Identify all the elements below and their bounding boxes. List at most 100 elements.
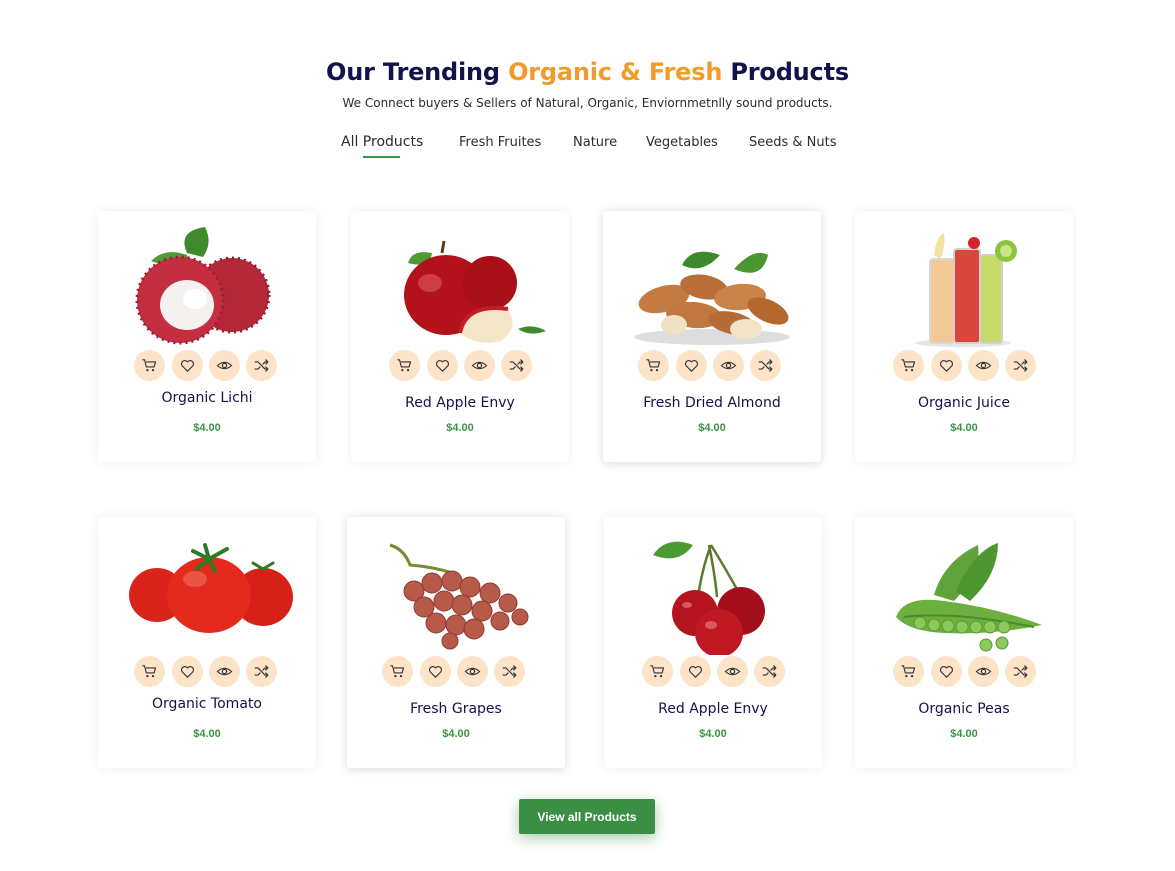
tab-vegetables[interactable]: Vegetables (646, 135, 718, 150)
product-price: $4.00 (950, 728, 978, 740)
peas-image (896, 543, 1042, 652)
quick-view-button[interactable] (209, 656, 240, 687)
view-all-products-button[interactable]: View all Products (519, 799, 655, 834)
compare-button[interactable] (494, 656, 525, 687)
wishlist-button[interactable] (676, 350, 707, 381)
apple-image (404, 240, 546, 343)
product-actions (604, 656, 822, 688)
quick-view-button[interactable] (968, 350, 999, 381)
shuffle-icon (509, 359, 524, 372)
heart-icon (181, 666, 194, 678)
product-name[interactable]: Fresh Grapes (347, 701, 565, 717)
product-name[interactable]: Organic Juice (855, 395, 1073, 411)
tab-nature[interactable]: Nature (573, 135, 617, 150)
eye-icon (216, 361, 233, 370)
tab-all-products[interactable]: All Products (341, 134, 423, 150)
product-card-organic-juice[interactable]: Organic Juice $4.00 (855, 211, 1073, 462)
compare-button[interactable] (246, 656, 277, 687)
tab-seeds-nuts[interactable]: Seeds & Nuts (749, 135, 837, 150)
heart-icon (940, 666, 953, 678)
heart-icon (181, 360, 194, 372)
add-to-cart-button[interactable] (638, 350, 669, 381)
product-name[interactable]: Organic Lichi (98, 390, 316, 406)
quick-view-button[interactable] (457, 656, 488, 687)
eye-icon (720, 361, 737, 370)
juice-image (915, 233, 1017, 347)
product-price: $4.00 (446, 422, 474, 434)
eye-icon (724, 667, 741, 676)
quick-view-button[interactable] (464, 350, 495, 381)
heart-icon (940, 360, 953, 372)
add-to-cart-button[interactable] (642, 656, 673, 687)
add-to-cart-button[interactable] (134, 350, 165, 381)
cart-icon (901, 665, 916, 678)
product-actions (603, 350, 821, 382)
cart-icon (397, 359, 412, 372)
eye-icon (464, 667, 481, 676)
product-card-organic-tomato[interactable]: Organic Tomato $4.00 (98, 517, 316, 768)
quick-view-button[interactable] (209, 350, 240, 381)
quick-view-button[interactable] (713, 350, 744, 381)
tomato-image (129, 543, 293, 633)
cart-icon (650, 665, 665, 678)
eye-icon (216, 667, 233, 676)
product-card-fresh-grapes[interactable]: Fresh Grapes $4.00 (347, 517, 565, 768)
product-name[interactable]: Organic Tomato (98, 696, 316, 712)
cart-icon (646, 359, 661, 372)
product-card-organic-lichi[interactable]: Organic Lichi $4.00 (98, 211, 316, 462)
compare-button[interactable] (750, 350, 781, 381)
shuffle-icon (254, 359, 269, 372)
compare-button[interactable] (501, 350, 532, 381)
add-to-cart-button[interactable] (893, 656, 924, 687)
cart-icon (142, 359, 157, 372)
add-to-cart-button[interactable] (382, 656, 413, 687)
product-name[interactable]: Red Apple Envy (351, 395, 569, 411)
cart-icon (901, 359, 916, 372)
compare-button[interactable] (1005, 350, 1036, 381)
product-price: $4.00 (699, 728, 727, 740)
quick-view-button[interactable] (717, 656, 748, 687)
product-actions (98, 656, 316, 688)
compare-button[interactable] (246, 350, 277, 381)
wishlist-button[interactable] (427, 350, 458, 381)
product-name[interactable]: Organic Peas (855, 701, 1073, 717)
wishlist-button[interactable] (172, 656, 203, 687)
quick-view-button[interactable] (968, 656, 999, 687)
shuffle-icon (254, 665, 269, 678)
product-filter-tabs: All Products Fresh Fruites Nature Vegeta… (0, 134, 1175, 165)
product-card-red-apple-envy[interactable]: Red Apple Envy $4.00 (351, 211, 569, 462)
shuffle-icon (1013, 665, 1028, 678)
add-to-cart-button[interactable] (389, 350, 420, 381)
product-price: $4.00 (193, 728, 221, 740)
product-actions (347, 656, 565, 688)
lychee-image (135, 227, 271, 345)
product-card-fresh-dried-almond[interactable]: Fresh Dried Almond $4.00 (603, 211, 821, 462)
product-card-red-apple-envy-2[interactable]: Red Apple Envy $4.00 (604, 517, 822, 768)
add-to-cart-button[interactable] (893, 350, 924, 381)
product-price: $4.00 (442, 728, 470, 740)
product-actions (855, 350, 1073, 382)
compare-button[interactable] (1005, 656, 1036, 687)
product-name[interactable]: Fresh Dried Almond (603, 395, 821, 411)
tab-fresh-fruites[interactable]: Fresh Fruites (459, 135, 541, 150)
product-actions (98, 350, 316, 382)
product-card-organic-peas[interactable]: Organic Peas $4.00 (855, 517, 1073, 768)
compare-button[interactable] (754, 656, 785, 687)
wishlist-button[interactable] (931, 350, 962, 381)
wishlist-button[interactable] (680, 656, 711, 687)
shuffle-icon (758, 359, 773, 372)
eye-icon (975, 667, 992, 676)
heart-icon (436, 360, 449, 372)
eye-icon (975, 361, 992, 370)
wishlist-button[interactable] (420, 656, 451, 687)
product-name[interactable]: Red Apple Envy (604, 701, 822, 717)
wishlist-button[interactable] (172, 350, 203, 381)
heart-icon (685, 360, 698, 372)
title-part-1: Our Trending (326, 58, 509, 86)
wishlist-button[interactable] (931, 656, 962, 687)
heart-icon (689, 666, 702, 678)
eye-icon (471, 361, 488, 370)
cart-icon (390, 665, 405, 678)
add-to-cart-button[interactable] (134, 656, 165, 687)
grapes-image (389, 543, 529, 650)
